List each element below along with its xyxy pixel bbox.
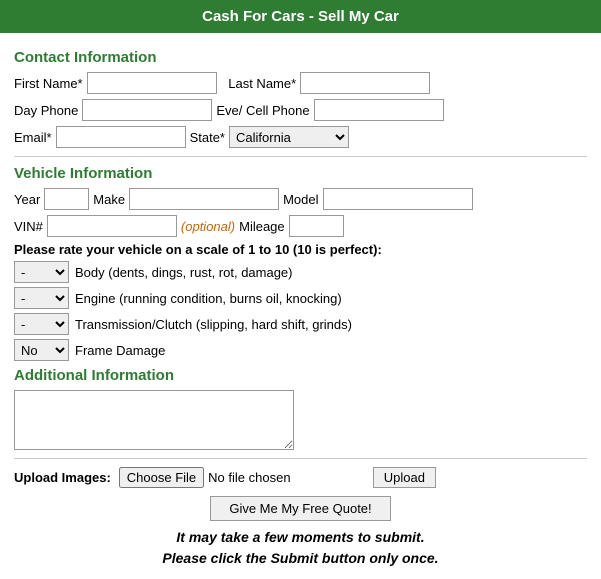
- submit-note: It may take a few moments to submit. Ple…: [14, 527, 587, 569]
- model-label: Model: [283, 192, 318, 207]
- last-name-input[interactable]: [300, 72, 430, 94]
- submit-note-line1: It may take a few moments to submit.: [176, 529, 424, 545]
- frame-damage-row: NoYes Frame Damage: [14, 339, 587, 361]
- vin-label: VIN#: [14, 219, 43, 234]
- email-label: Email*: [14, 130, 52, 145]
- email-input[interactable]: [56, 126, 186, 148]
- make-input[interactable]: [129, 188, 279, 210]
- engine-rating-select[interactable]: -12345678910: [14, 287, 69, 309]
- state-select[interactable]: AlabamaAlaskaArizonaArkansasCaliforniaCo…: [229, 126, 349, 148]
- mileage-label: Mileage: [239, 219, 285, 234]
- day-phone-input[interactable]: [82, 99, 212, 121]
- year-input[interactable]: [44, 188, 89, 210]
- frame-damage-select[interactable]: NoYes: [14, 339, 69, 361]
- first-name-label: First Name*: [14, 76, 83, 91]
- year-make-model-row: Year Make Model: [14, 188, 587, 210]
- frame-damage-label: Frame Damage: [75, 343, 165, 358]
- make-label: Make: [93, 192, 125, 207]
- submit-area: Give Me My Free Quote! It may take a few…: [14, 496, 587, 569]
- vin-mileage-row: VIN# (optional) Mileage: [14, 215, 587, 237]
- rating-instruction: Please rate your vehicle on a scale of 1…: [14, 242, 587, 257]
- upload-label: Upload Images:: [14, 470, 111, 485]
- transmission-rating-select[interactable]: -12345678910: [14, 313, 69, 335]
- submit-note-line2: Please click the Submit button only once…: [162, 550, 438, 566]
- upload-button[interactable]: Upload: [373, 467, 436, 488]
- submit-button[interactable]: Give Me My Free Quote!: [210, 496, 390, 521]
- additional-section-title: Additional Information: [14, 367, 587, 384]
- state-label: State*: [190, 130, 225, 145]
- email-state-row: Email* State* AlabamaAlaskaArizonaArkans…: [14, 126, 587, 148]
- year-label: Year: [14, 192, 40, 207]
- mileage-input[interactable]: [289, 215, 344, 237]
- body-rating-select[interactable]: -12345678910: [14, 261, 69, 283]
- main-content: Contact Information First Name* Last Nam…: [0, 33, 601, 579]
- transmission-rating-label: Transmission/Clutch (slipping, hard shif…: [75, 317, 352, 332]
- file-input[interactable]: [119, 467, 365, 488]
- vin-optional: (optional): [181, 219, 235, 234]
- body-rating-row: -12345678910 Body (dents, dings, rust, r…: [14, 261, 587, 283]
- body-rating-label: Body (dents, dings, rust, rot, damage): [75, 265, 293, 280]
- page-header: Cash For Cars - Sell My Car: [0, 0, 601, 33]
- day-phone-label: Day Phone: [14, 103, 78, 118]
- header-title: Cash For Cars - Sell My Car: [202, 8, 399, 25]
- model-input[interactable]: [323, 188, 473, 210]
- last-name-label: Last Name*: [228, 76, 296, 91]
- eve-cell-input[interactable]: [314, 99, 444, 121]
- name-row: First Name* Last Name*: [14, 72, 587, 94]
- vin-input[interactable]: [47, 215, 177, 237]
- engine-rating-label: Engine (running condition, burns oil, kn…: [75, 291, 342, 306]
- contact-section-title: Contact Information: [14, 49, 587, 66]
- phone-row: Day Phone Eve/ Cell Phone: [14, 99, 587, 121]
- eve-cell-label: Eve/ Cell Phone: [216, 103, 309, 118]
- vehicle-section-title: Vehicle Information: [14, 165, 587, 182]
- engine-rating-row: -12345678910 Engine (running condition, …: [14, 287, 587, 309]
- transmission-rating-row: -12345678910 Transmission/Clutch (slippi…: [14, 313, 587, 335]
- app-container: Cash For Cars - Sell My Car Contact Info…: [0, 0, 601, 579]
- upload-row: Upload Images: Upload: [14, 467, 587, 488]
- divider-1: [14, 156, 587, 157]
- first-name-input[interactable]: [87, 72, 217, 94]
- divider-2: [14, 458, 587, 459]
- additional-info-textarea[interactable]: [14, 390, 294, 450]
